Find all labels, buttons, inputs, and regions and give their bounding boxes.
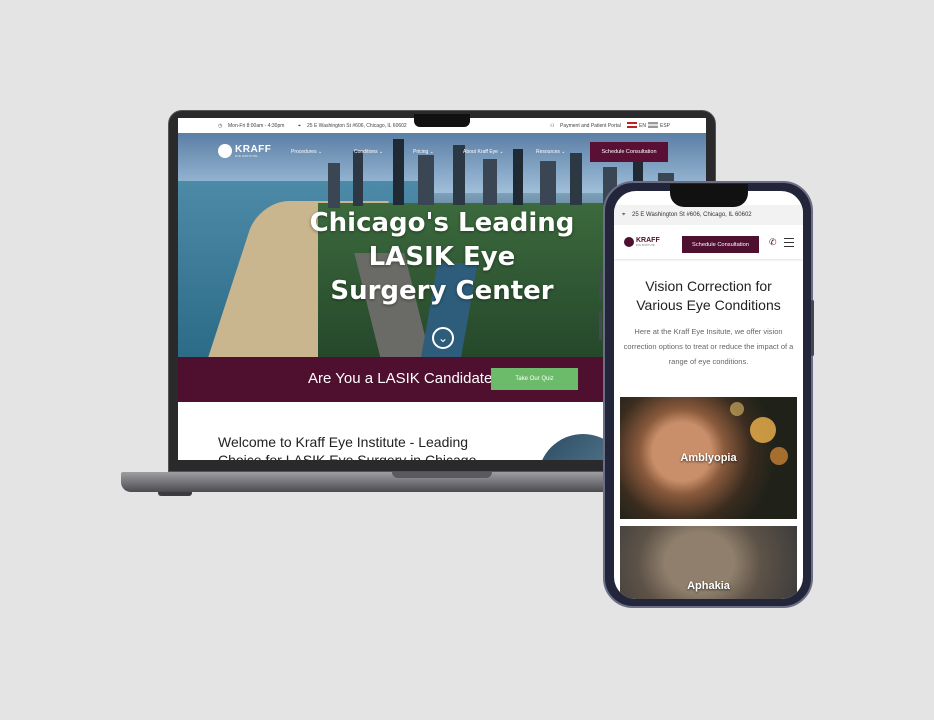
mobile-address[interactable]: 25 E Washington St #606, Chicago, IL 606… (632, 212, 752, 218)
office-address[interactable]: 25 E Washington St #606, Chicago, IL 606… (307, 123, 407, 129)
clock-icon: ◷ (218, 123, 223, 129)
nav-conditions[interactable]: Conditions ⌄ (354, 149, 383, 155)
nav-resources[interactable]: Resources ⌄ (536, 149, 566, 155)
phone-side-button (811, 300, 814, 356)
us-flag-icon (627, 122, 637, 128)
section-description: Here at the Kraff Eye Insitute, we offer… (623, 327, 794, 366)
logo-mark-icon (218, 144, 232, 158)
laptop-camera-notch (414, 114, 470, 127)
condition-card-amblyopia[interactable]: Amblyopia (620, 397, 797, 519)
nav-pricing[interactable]: Pricing ⌄ (413, 149, 434, 155)
mobile-header: KRAFF EYE INSTITUTE Schedule Consultatio… (614, 229, 803, 259)
es-flag-icon (648, 122, 658, 128)
mobile-website: ⌖ 25 E Washington St #606, Chicago, IL 6… (614, 191, 803, 599)
section-title: Vision Correction for Various Eye Condit… (636, 278, 781, 313)
condition-label: Amblyopia (680, 452, 737, 464)
phone-icon[interactable]: ✆ (769, 237, 777, 248)
patient-portal-link[interactable]: Payment and Patient Portal (560, 123, 621, 129)
mobile-schedule-consultation-button[interactable]: Schedule Consultation (682, 236, 759, 253)
welcome-heading: Welcome to Kraff Eye Institute - Leading… (218, 434, 477, 460)
lang-en-link[interactable]: EN (639, 123, 646, 129)
phone-notch (670, 184, 748, 207)
take-quiz-button[interactable]: Take Our Quiz (491, 368, 578, 390)
mobile-kraff-logo[interactable]: KRAFF EYE INSTITUTE (624, 237, 660, 247)
nav-about[interactable]: About Kraff Eye ⌄ (463, 149, 504, 155)
location-pin-icon: ⌖ (622, 212, 626, 218)
hamburger-menu-icon[interactable] (784, 238, 794, 249)
scroll-down-chevron-icon[interactable]: ⌄ (432, 327, 454, 349)
mobile-address-bar: ⌖ 25 E Washington St #606, Chicago, IL 6… (614, 205, 803, 225)
schedule-consultation-button[interactable]: Schedule Consultation (590, 142, 668, 162)
location-pin-icon: ⌖ (298, 123, 301, 129)
quiz-prompt: Are You a LASIK Candidate? (308, 370, 501, 387)
kraff-logo[interactable]: KRAFF EYE INSTITUTE (218, 144, 271, 158)
user-icon: ⚇ (550, 123, 555, 129)
office-hours: Mon-Fri 8:00am - 4:30pm (228, 123, 285, 129)
lang-esp-link[interactable]: ESP (660, 123, 670, 129)
condition-label: Aphakia (687, 580, 730, 592)
nav-procedures[interactable]: Procedures ⌄ (291, 149, 322, 155)
condition-card-aphakia[interactable]: Aphakia (620, 526, 797, 599)
main-nav: KRAFF EYE INSTITUTE Procedures ⌄ Conditi… (178, 137, 706, 162)
logo-mark-icon (624, 237, 634, 247)
